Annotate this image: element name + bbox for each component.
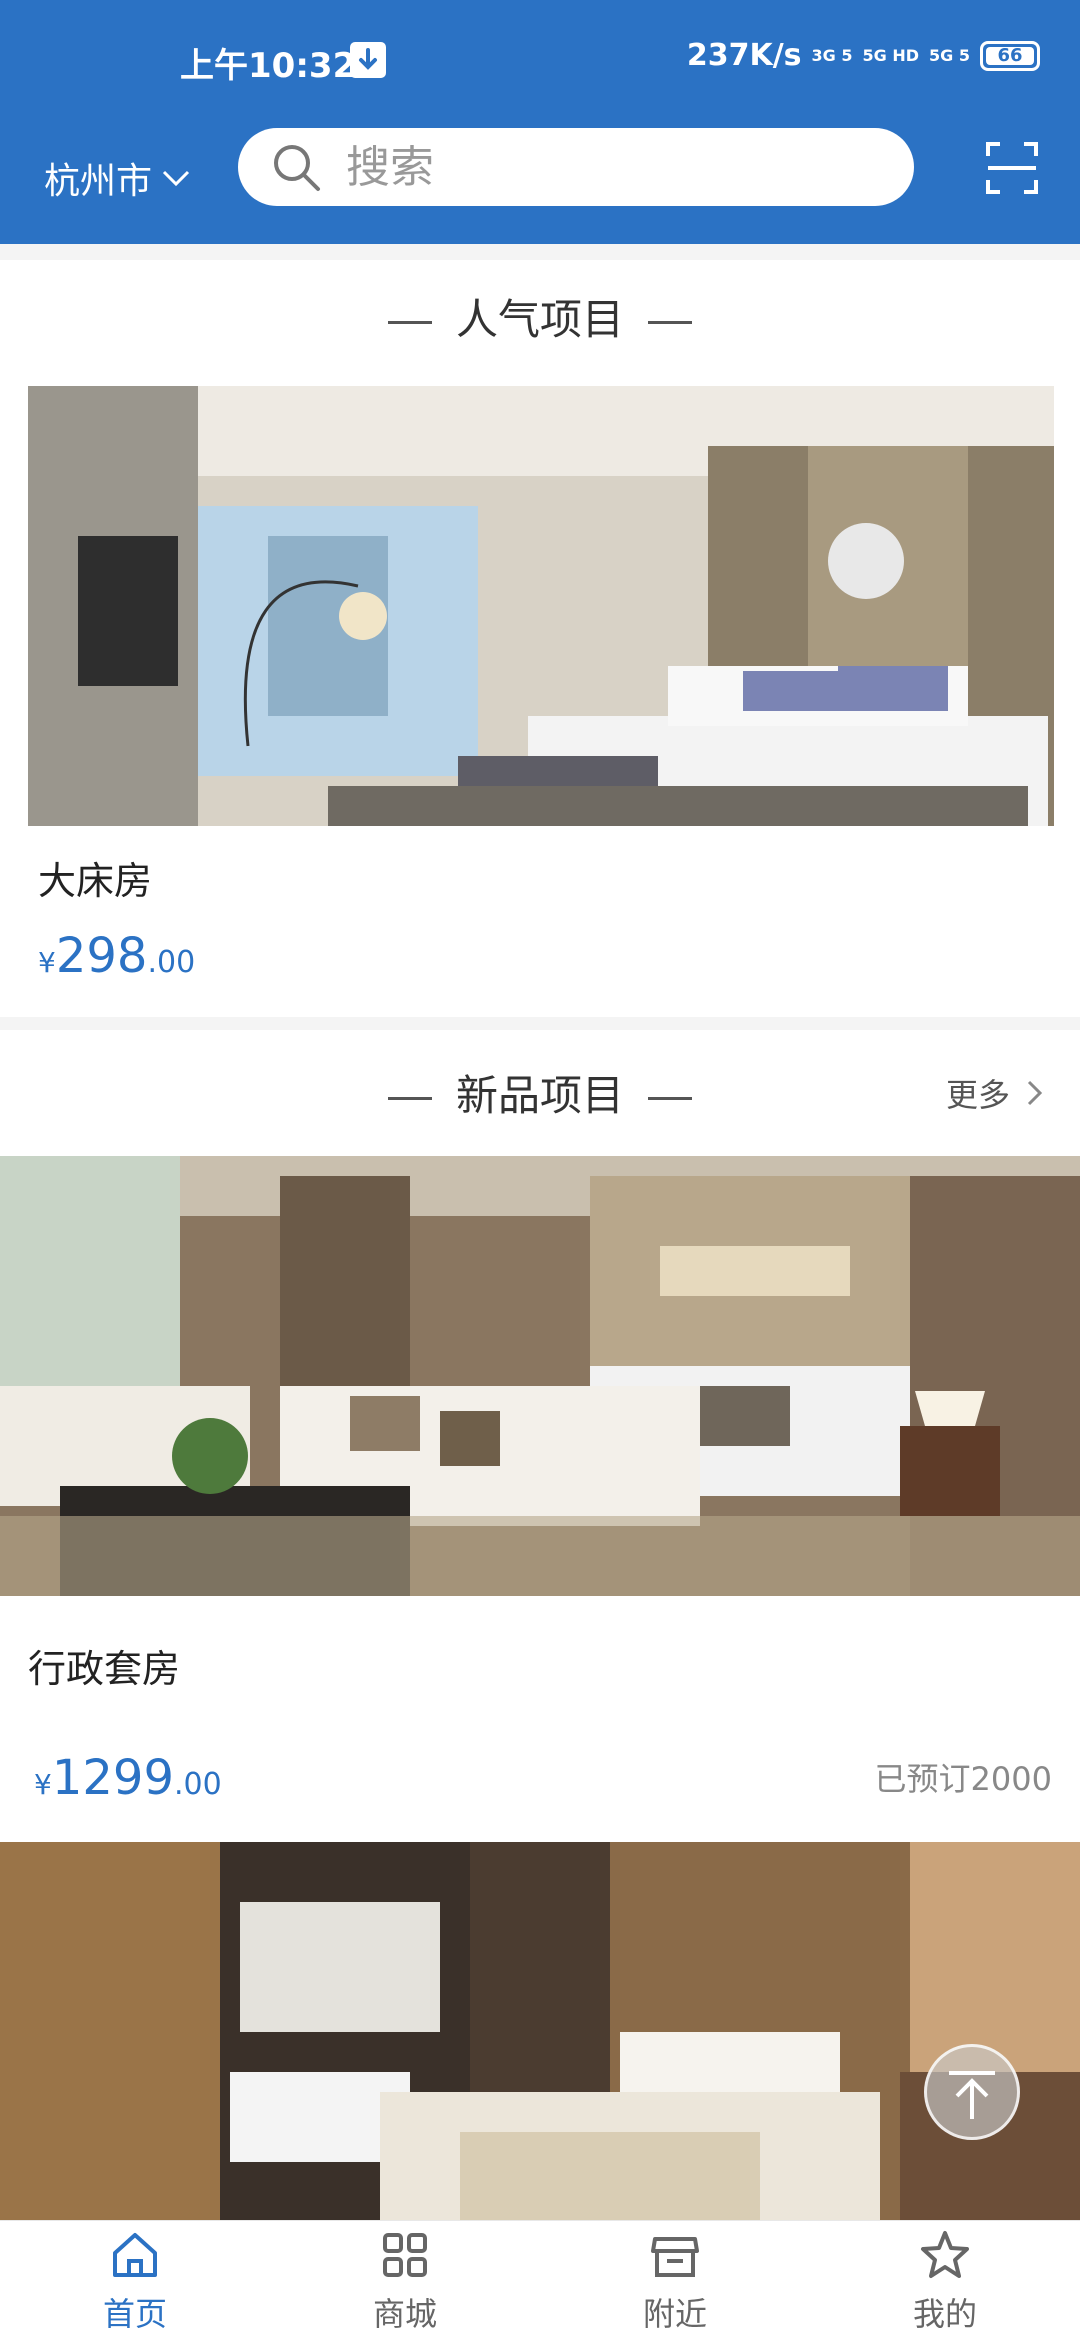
nav-mine[interactable]: 我的	[810, 2221, 1080, 2340]
signal-b: 5G HD	[862, 45, 920, 65]
room-name: 行政套房	[28, 1647, 181, 1691]
battery-level: 66	[986, 46, 1034, 65]
nav-nearby-label: 附近	[642, 2294, 707, 2333]
nav-nearby[interactable]: 附近	[540, 2221, 810, 2340]
arrow-up-icon	[949, 2071, 995, 2119]
room-price: ¥1299.00	[34, 1750, 222, 1806]
home-icon	[113, 2232, 157, 2277]
signal-c: 5G 5	[929, 45, 970, 65]
header: 上午10:32 237K/s 3G 5 5G HD 5G 5 66 杭州市	[0, 0, 1080, 244]
nav-home-label: 首页	[102, 2294, 167, 2333]
search-bar[interactable]	[238, 128, 914, 206]
nav-mall[interactable]: 商城	[270, 2221, 540, 2340]
app-root: 上午10:32 237K/s 3G 5 5G HD 5G 5 66 杭州市 搜索…	[0, 0, 1080, 2340]
popular-title: 人气项目	[0, 290, 1080, 350]
store-icon	[651, 2236, 699, 2277]
scan-icon[interactable]	[984, 140, 1040, 196]
back-to-top-button[interactable]	[924, 2044, 1020, 2140]
status-time: 上午10:32	[180, 46, 357, 86]
new-items-section: 新品项目 更多 行政套房 ¥1299.00 已预订2000	[0, 1030, 1080, 2220]
bottom-nav: 首页 商城 附近 我的	[0, 2220, 1080, 2340]
top-bar: 杭州市	[0, 122, 1080, 244]
star-icon	[921, 2230, 969, 2278]
chevron-right-icon	[1027, 1080, 1043, 1106]
grid-icon	[383, 2232, 427, 2277]
room-name: 大床房	[38, 859, 153, 903]
download-icon	[350, 42, 386, 78]
search-icon	[274, 145, 320, 191]
network-speed: 237K/s	[686, 38, 802, 73]
more-link[interactable]: 更多	[946, 1070, 1048, 1116]
chevron-down-icon	[162, 170, 190, 187]
city-label: 杭州市	[44, 161, 153, 202]
signal-a: 3G 5	[811, 45, 853, 65]
status-bar: 上午10:32 237K/s 3G 5 5G HD 5G 5 66	[0, 0, 1080, 122]
room-image-executive[interactable]	[0, 1156, 1080, 1596]
more-label: 更多	[945, 1076, 1010, 1114]
nav-mall-label: 商城	[372, 2294, 437, 2333]
booked-count: 已预订2000	[874, 1760, 1052, 1798]
search-input[interactable]	[346, 141, 866, 193]
battery-icon: 66	[980, 40, 1040, 71]
room-image-suite[interactable]	[0, 1842, 1080, 2220]
status-right: 237K/s 3G 5 5G HD 5G 5 66	[687, 38, 1040, 73]
room-image-king[interactable]	[28, 386, 1054, 826]
new-items-title: 新品项目	[0, 1066, 1080, 1126]
nav-home[interactable]: 首页	[0, 2221, 270, 2340]
city-selector[interactable]: 杭州市	[44, 148, 192, 208]
nav-mine-label: 我的	[912, 2294, 977, 2333]
popular-section: 人气项目 大床房 ¥298.00	[0, 260, 1080, 1017]
room-price: ¥298.00	[38, 928, 196, 984]
